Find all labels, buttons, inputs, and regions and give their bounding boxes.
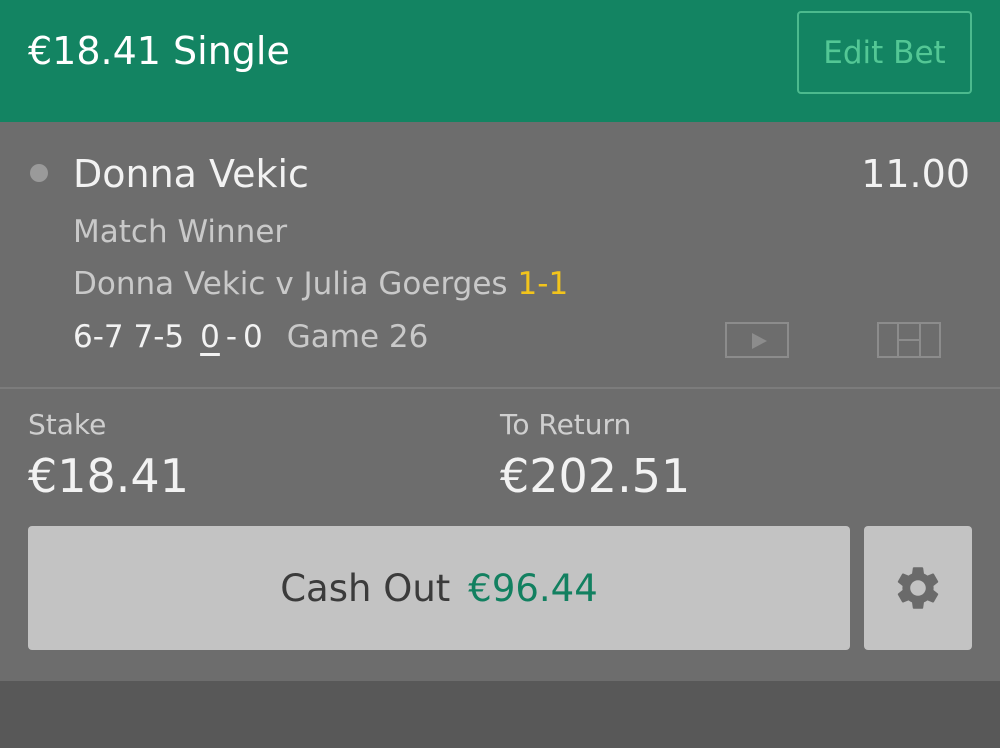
bet-header: €18.41 Single Edit Bet <box>0 0 1000 122</box>
event-teams: Donna Vekic v Julia Goerges <box>73 266 508 302</box>
bet-title: €18.41 Single <box>28 29 290 73</box>
score-separator: - <box>225 319 238 355</box>
current-game-away: 0 <box>243 319 263 355</box>
status-dot-icon <box>30 164 48 182</box>
cash-out-button[interactable]: Cash Out €96.44 <box>28 526 850 650</box>
scoreboard-grid-icon[interactable] <box>877 322 941 358</box>
cash-out-amount: €96.44 <box>468 566 598 610</box>
stake-value: €18.41 <box>28 449 189 503</box>
current-game-home: 0 <box>200 319 220 355</box>
gear-icon <box>897 567 939 609</box>
return-label: To Return <box>500 408 632 441</box>
set-scores: 6-7 7-5 <box>73 319 185 355</box>
edit-bet-button[interactable]: Edit Bet <box>797 11 972 94</box>
cash-out-settings-button[interactable] <box>864 526 972 650</box>
selection-name: Donna Vekic <box>73 152 309 196</box>
cash-out-label: Cash Out <box>280 566 451 610</box>
market-name: Match Winner <box>73 214 288 250</box>
game-number: Game 26 <box>286 319 429 355</box>
selection-odds: 11.00 <box>861 152 970 196</box>
stake-section: Stake €18.41 To Return €202.51 Cash Out … <box>0 389 1000 681</box>
return-value: €202.51 <box>500 449 691 503</box>
selection-card: Donna Vekic 11.00 Match Winner Donna Vek… <box>0 122 1000 388</box>
live-score: 6-7 7-5 0 - 0 Game 26 <box>73 317 428 357</box>
bottom-bar <box>0 681 1000 748</box>
set-score: 1-1 <box>517 266 569 302</box>
event-name: Donna Vekic v Julia Goerges 1-1 <box>73 264 568 304</box>
stake-label: Stake <box>28 408 107 441</box>
play-video-icon[interactable] <box>725 322 789 358</box>
